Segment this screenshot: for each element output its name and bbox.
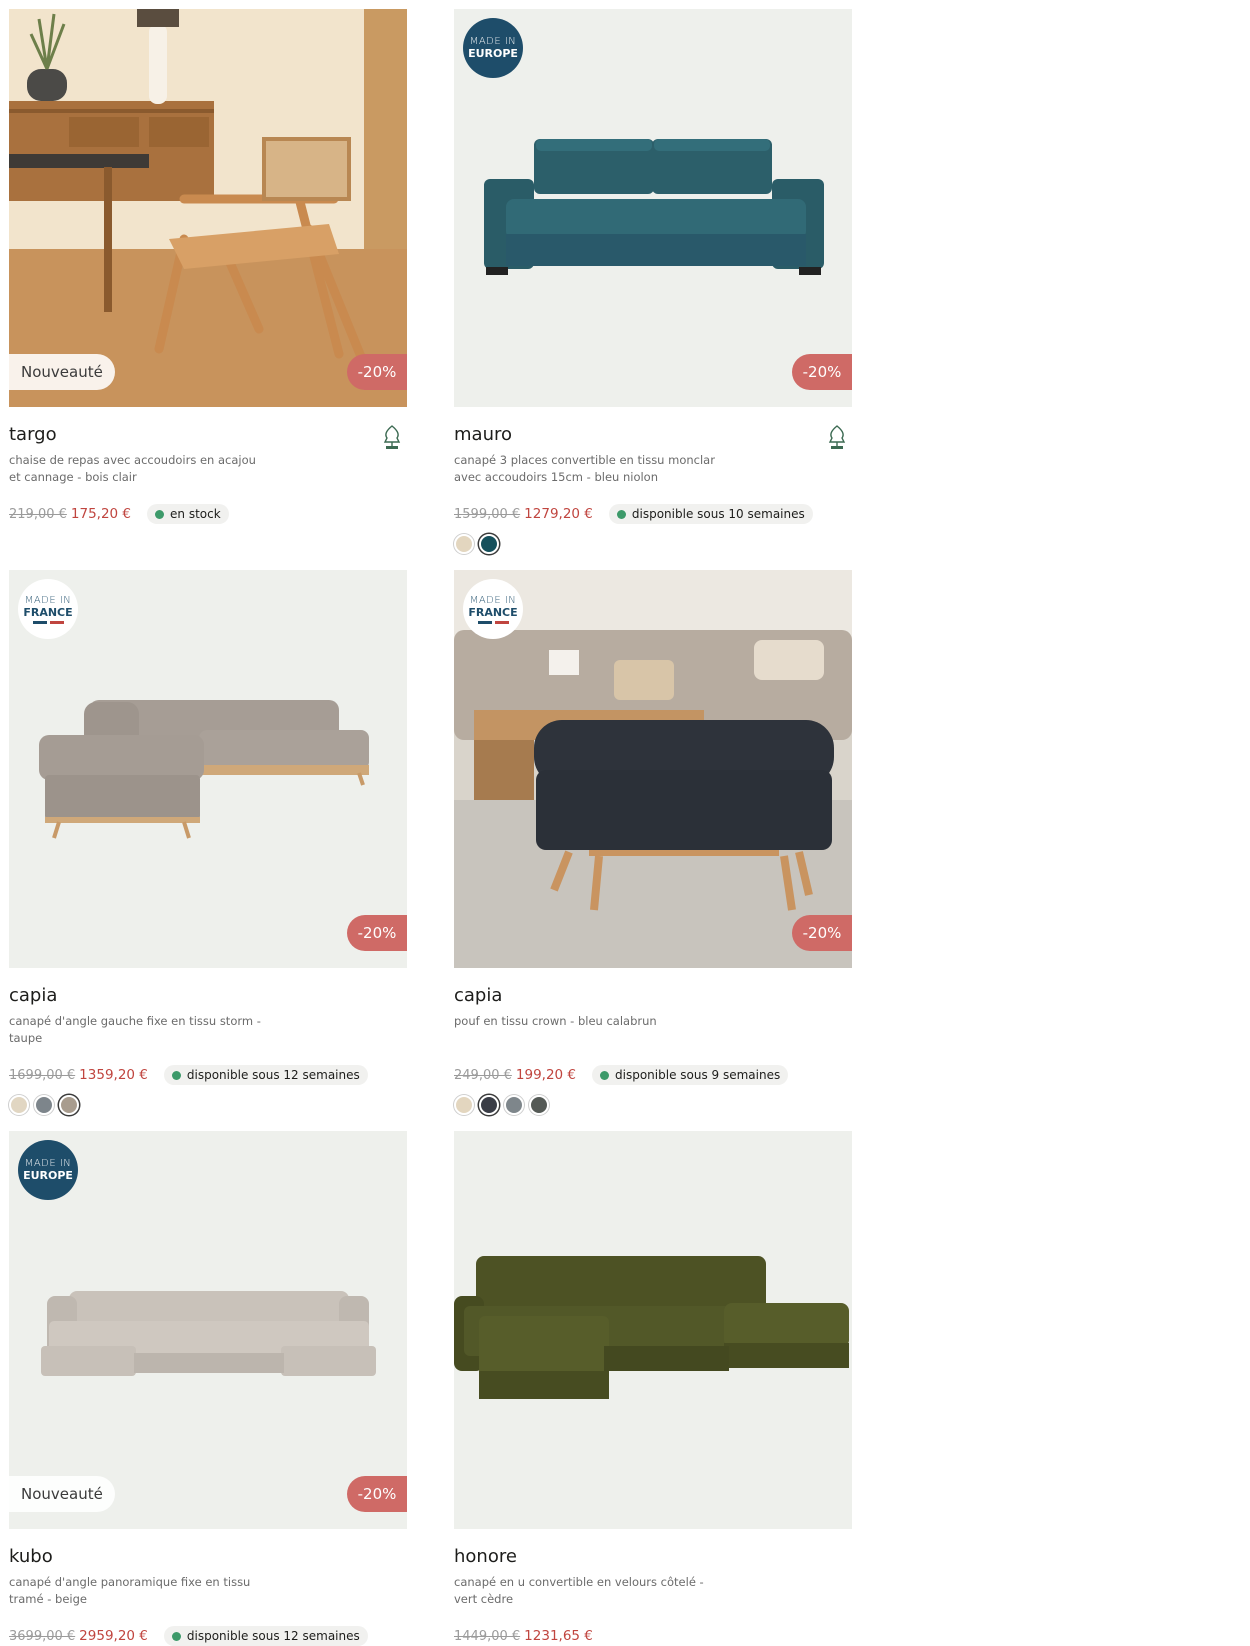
availability-badge: en stock bbox=[147, 504, 229, 524]
product-name[interactable]: kubo bbox=[9, 1546, 407, 1568]
product-image[interactable]: Nouveauté -20% bbox=[9, 9, 407, 407]
product-image[interactable]: MADE IN FRANCE -20% bbox=[454, 570, 852, 968]
fsc-tree-icon bbox=[383, 425, 401, 449]
sale-price: 2959,20 € bbox=[79, 1628, 148, 1644]
availability-dot-icon bbox=[155, 509, 165, 519]
availability-badge: disponible sous 12 semaines bbox=[163, 1065, 368, 1085]
price-row: 249,00 € 199,20 € disponible sous 9 sema… bbox=[454, 1065, 852, 1085]
color-swatches bbox=[454, 534, 852, 554]
product-info: kubo canapé d'angle panoramique fixe en … bbox=[9, 1529, 407, 1646]
product-description: chaise de repas avec accoudoirs en acajo… bbox=[9, 453, 256, 484]
sale-price: 175,20 € bbox=[70, 506, 132, 522]
availability-dot-icon bbox=[600, 1070, 610, 1080]
product-info: capia pouf en tissu crown - bleu calabru… bbox=[454, 968, 852, 1115]
old-price: 1449,00 € bbox=[454, 1628, 521, 1644]
color-swatch[interactable] bbox=[479, 1095, 499, 1115]
product-description: pouf en tissu crown - bleu calabrun bbox=[454, 1014, 657, 1028]
product-card-kubo[interactable]: MADE IN EUROPE Nouveauté -20% kubo canap… bbox=[9, 1131, 407, 1646]
product-name[interactable]: honore bbox=[454, 1546, 852, 1568]
product-card-mauro[interactable]: MADE IN EUROPE -20% mauro canapé 3 place… bbox=[454, 9, 852, 554]
chair-photo bbox=[9, 9, 407, 407]
product-card-capia-pouf[interactable]: MADE IN FRANCE -20% capia pouf en tissu … bbox=[454, 570, 852, 1115]
france-flag-icon bbox=[32, 620, 64, 624]
u-sofa-photo bbox=[454, 1131, 852, 1529]
product-info: targo chaise de repas avec accoudoirs en… bbox=[9, 407, 407, 524]
product-description: canapé 3 places convertible en tissu mon… bbox=[454, 453, 715, 484]
product-info: capia canapé d'angle gauche fixe en tiss… bbox=[9, 968, 407, 1115]
availability-badge: disponible sous 10 semaines bbox=[608, 504, 813, 524]
product-name[interactable]: targo bbox=[9, 424, 407, 446]
color-swatch[interactable] bbox=[504, 1095, 524, 1115]
product-description: canapé en u convertible en velours côtel… bbox=[454, 1575, 704, 1606]
new-badge: Nouveauté bbox=[9, 354, 115, 390]
product-card-honore[interactable]: honore canapé en u convertible en velour… bbox=[454, 1131, 852, 1646]
old-price: 1699,00 € bbox=[9, 1067, 76, 1083]
product-info: mauro canapé 3 places convertible en tis… bbox=[454, 407, 852, 554]
product-name[interactable]: capia bbox=[454, 985, 852, 1007]
color-swatch[interactable] bbox=[34, 1095, 54, 1115]
color-swatches bbox=[454, 1095, 852, 1115]
new-badge: Nouveauté bbox=[9, 1476, 115, 1512]
color-swatch[interactable] bbox=[454, 1095, 474, 1115]
product-name[interactable]: capia bbox=[9, 985, 407, 1007]
availability-badge: disponible sous 12 semaines bbox=[163, 1626, 368, 1646]
product-image[interactable]: MADE IN FRANCE -20% bbox=[9, 570, 407, 968]
product-image[interactable] bbox=[454, 1131, 852, 1529]
availability-dot-icon bbox=[171, 1070, 181, 1080]
price-row: 3699,00 € 2959,20 € disponible sous 12 s… bbox=[9, 1626, 407, 1646]
color-swatch[interactable] bbox=[529, 1095, 549, 1115]
color-swatches bbox=[9, 1095, 407, 1115]
product-name[interactable]: mauro bbox=[454, 424, 852, 446]
availability-badge: disponible sous 9 semaines bbox=[592, 1065, 789, 1085]
sale-price: 1279,20 € bbox=[524, 506, 593, 522]
made-in-france-badge: MADE IN FRANCE bbox=[463, 579, 523, 639]
discount-badge: -20% bbox=[347, 915, 407, 951]
made-in-europe-badge: MADE IN EUROPE bbox=[18, 1140, 78, 1200]
availability-label: disponible sous 10 semaines bbox=[631, 507, 805, 521]
old-price: 1599,00 € bbox=[454, 506, 521, 522]
product-image[interactable]: MADE IN EUROPE Nouveauté -20% bbox=[9, 1131, 407, 1529]
availability-dot-icon bbox=[171, 1631, 181, 1641]
discount-badge: -20% bbox=[347, 1476, 407, 1512]
availability-dot-icon bbox=[616, 509, 626, 519]
price-row: 1449,00 € 1231,65 € bbox=[454, 1626, 852, 1646]
price-row: 1699,00 € 1359,20 € disponible sous 12 s… bbox=[9, 1065, 407, 1085]
fsc-tree-icon bbox=[828, 425, 846, 449]
product-info: honore canapé en u convertible en velour… bbox=[454, 1529, 852, 1646]
color-swatch[interactable] bbox=[9, 1095, 29, 1115]
product-description: canapé d'angle panoramique fixe en tissu… bbox=[9, 1575, 251, 1606]
sale-price: 199,20 € bbox=[515, 1067, 577, 1083]
price-row: 1599,00 € 1279,20 € disponible sous 10 s… bbox=[454, 504, 852, 524]
old-price: 219,00 € bbox=[9, 506, 67, 522]
old-price: 249,00 € bbox=[454, 1067, 512, 1083]
made-in-france-badge: MADE IN FRANCE bbox=[18, 579, 78, 639]
sale-price: 1359,20 € bbox=[79, 1067, 148, 1083]
discount-badge: -20% bbox=[792, 915, 852, 951]
sale-price: 1231,65 € bbox=[524, 1628, 593, 1644]
discount-badge: -20% bbox=[347, 354, 407, 390]
product-description: canapé d'angle gauche fixe en tissu stor… bbox=[9, 1014, 261, 1045]
color-swatch[interactable] bbox=[454, 534, 474, 554]
availability-label: disponible sous 12 semaines bbox=[186, 1068, 360, 1082]
product-card-targo[interactable]: Nouveauté -20% targo chaise de repas ave… bbox=[9, 9, 407, 524]
availability-label: en stock bbox=[170, 507, 221, 521]
france-flag-icon bbox=[477, 620, 509, 624]
color-swatch[interactable] bbox=[479, 534, 499, 554]
availability-label: disponible sous 9 semaines bbox=[615, 1068, 781, 1082]
availability-label: disponible sous 12 semaines bbox=[186, 1629, 360, 1643]
product-card-capia-sofa[interactable]: MADE IN FRANCE -20% capia canapé d'angle… bbox=[9, 570, 407, 1115]
product-image[interactable]: MADE IN EUROPE -20% bbox=[454, 9, 852, 407]
made-in-europe-badge: MADE IN EUROPE bbox=[463, 18, 523, 78]
color-swatch[interactable] bbox=[59, 1095, 79, 1115]
old-price: 3699,00 € bbox=[9, 1628, 76, 1644]
price-row: 219,00 € 175,20 € en stock bbox=[9, 504, 407, 524]
discount-badge: -20% bbox=[792, 354, 852, 390]
